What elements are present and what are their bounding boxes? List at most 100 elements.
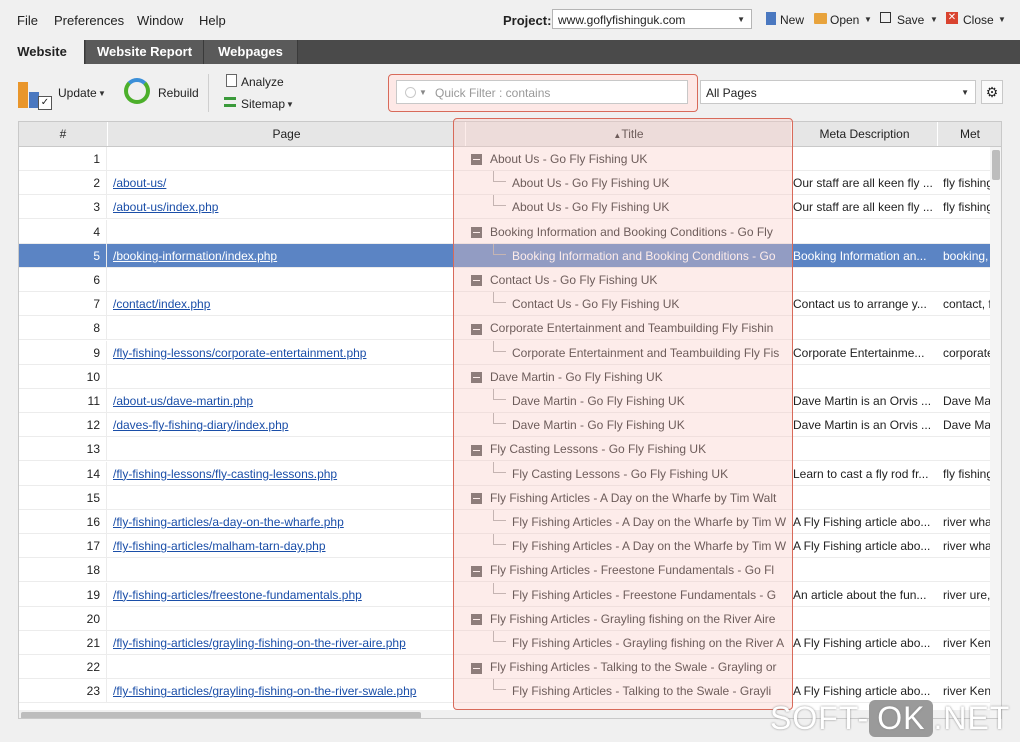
table-row[interactable]: 12/daves-fly-fishing-diary/index.php Dave… — [19, 413, 991, 438]
chevron-down-icon[interactable]: ▼ — [930, 15, 938, 24]
page-link[interactable]: /about-us/dave-martin.php — [108, 389, 466, 413]
page-link[interactable]: /fly-fishing-lessons/fly-casting-lessons… — [108, 462, 466, 486]
table-row[interactable]: 18 Fly Fishing Articles - Freestone Funda… — [19, 558, 991, 583]
page-link[interactable] — [108, 268, 466, 292]
collapse-icon[interactable] — [471, 614, 482, 626]
chevron-down-icon[interactable]: ▼ — [419, 88, 427, 97]
title-text: Contact Us - Go Fly Fishing UK — [490, 273, 658, 287]
settings-button[interactable]: ⚙ — [981, 80, 1003, 104]
collapse-icon[interactable] — [471, 275, 482, 287]
table-row[interactable]: 11/about-us/dave-martin.php Dave Martin -… — [19, 389, 991, 413]
page-link[interactable]: /fly-fishing-articles/grayling-fishing-o… — [108, 631, 466, 655]
page-link[interactable]: /fly-fishing-articles/freestone-fundamen… — [108, 583, 466, 607]
page-link[interactable]: /about-us/index.php — [108, 195, 466, 219]
table-row[interactable]: 16/fly-fishing-articles/a-day-on-the-wha… — [19, 510, 991, 534]
page-link[interactable] — [108, 607, 466, 631]
table-row[interactable]: 4 Booking Information and Booking Conditi… — [19, 219, 991, 244]
collapse-icon[interactable] — [471, 444, 482, 456]
collapse-icon[interactable] — [471, 226, 482, 238]
open-button[interactable]: Open — [830, 13, 859, 27]
table-row[interactable]: 21/fly-fishing-articles/grayling-fishing… — [19, 631, 991, 655]
sitemap-button[interactable]: Sitemap — [241, 97, 285, 111]
chevron-down-icon[interactable]: ▼ — [864, 15, 872, 24]
close-button[interactable]: Close — [963, 13, 994, 27]
column-header-page[interactable]: Page — [108, 122, 466, 146]
row-number: 17 — [19, 534, 107, 559]
column-header-meta-keywords[interactable]: Met — [938, 122, 1001, 146]
table-row[interactable]: 8 Corporate Entertainment and Teambuildin… — [19, 316, 991, 341]
project-select[interactable]: www.goflyfishinguk.com ▼ — [552, 9, 752, 29]
page-link[interactable] — [108, 437, 466, 461]
page-link[interactable] — [108, 220, 466, 244]
quick-filter-input[interactable]: ▼ Quick Filter : contains — [396, 80, 688, 104]
title-cell: Booking Information and Booking Conditio… — [466, 220, 792, 244]
page-link[interactable]: /fly-fishing-articles/grayling-fishing-o… — [108, 679, 466, 703]
table-row[interactable]: 14/fly-fishing-lessons/fly-casting-lesso… — [19, 461, 991, 486]
table-row[interactable]: 10 Dave Martin - Go Fly Fishing UK — [19, 364, 991, 389]
title-text: Fly Fishing Articles - A Day on the Whar… — [490, 490, 777, 505]
title-cell: Fly Fishing Articles - Talking to the Sw… — [466, 679, 792, 703]
horizontal-scrollbar-thumb[interactable] — [21, 712, 421, 718]
new-button[interactable]: New — [780, 13, 804, 27]
collapse-icon[interactable] — [471, 565, 482, 577]
vertical-scrollbar[interactable] — [990, 147, 1001, 718]
collapse-icon[interactable] — [471, 493, 482, 505]
table-row[interactable]: 7/contact/index.php Contact Us - Go Fly F… — [19, 292, 991, 317]
collapse-icon[interactable] — [471, 323, 482, 335]
collapse-icon[interactable] — [471, 662, 482, 674]
page-link[interactable] — [108, 486, 466, 510]
collapse-icon[interactable] — [471, 154, 482, 166]
analyze-button[interactable]: Analyze — [241, 75, 284, 89]
meta-keywords-cell: river Ken — [943, 636, 991, 650]
page-link[interactable]: /fly-fishing-articles/malham-tarn-day.ph… — [108, 534, 466, 558]
table-row[interactable]: 22 Fly Fishing Articles - Talking to the … — [19, 655, 991, 680]
column-header-number[interactable]: # — [19, 122, 108, 146]
rebuild-icon[interactable] — [124, 78, 150, 104]
table-row[interactable]: 5/booking-information/index.php Booking I… — [19, 243, 991, 268]
page-link[interactable] — [108, 655, 466, 679]
page-link[interactable] — [108, 365, 466, 389]
title-text: Fly Fishing Articles - Grayling fishing … — [490, 611, 776, 626]
save-button[interactable]: Save — [897, 13, 924, 27]
table-row[interactable]: 15 Fly Fishing Articles - A Day on the Wh… — [19, 485, 991, 510]
collapse-icon[interactable] — [471, 372, 482, 384]
table-row[interactable]: 6 Contact Us - Go Fly Fishing UK — [19, 268, 991, 292]
page-link[interactable]: /fly-fishing-lessons/corporate-entertain… — [108, 341, 466, 365]
page-link[interactable] — [108, 558, 466, 582]
menu-window[interactable]: Window — [137, 13, 183, 28]
chevron-down-icon[interactable]: ▼ — [998, 15, 1006, 24]
menu-preferences[interactable]: Preferences — [54, 13, 124, 28]
tab-webpages[interactable]: Webpages — [204, 40, 298, 64]
table-row[interactable]: 3/about-us/index.php About Us - Go Fly Fi… — [19, 195, 991, 220]
page-link[interactable]: /daves-fly-fishing-diary/index.php — [108, 413, 466, 437]
menu-help[interactable]: Help — [199, 13, 226, 28]
page-link[interactable]: /contact/index.php — [108, 292, 466, 316]
table-row[interactable]: 1 About Us - Go Fly Fishing UK — [19, 147, 991, 171]
meta-keywords-cell — [939, 147, 991, 171]
table-row[interactable]: 20 Fly Fishing Articles - Grayling fishin… — [19, 606, 991, 631]
table-row[interactable]: 9/fly-fishing-lessons/corporate-entertai… — [19, 340, 991, 365]
column-header-title[interactable]: ▲Title — [466, 122, 792, 146]
tab-website[interactable]: Website — [0, 40, 85, 66]
table-row[interactable]: 17/fly-fishing-articles/malham-tarn-day.… — [19, 534, 991, 559]
tab-website-report[interactable]: Website Report — [86, 40, 204, 64]
page-link[interactable] — [108, 316, 466, 340]
column-header-meta-description[interactable]: Meta Description — [792, 122, 938, 146]
chevron-down-icon[interactable]: ▼ — [98, 89, 106, 98]
page-link[interactable]: /about-us/ — [108, 171, 466, 195]
page-link[interactable]: /booking-information/index.php — [108, 244, 466, 268]
pages-select[interactable]: All Pages ▼ — [700, 80, 976, 104]
rebuild-button[interactable]: Rebuild — [158, 86, 199, 100]
page-link[interactable] — [108, 147, 466, 171]
update-button[interactable]: ✓ — [18, 76, 52, 110]
table-row[interactable]: 2/about-us/About Us - Go Fly Fishing UK O… — [19, 171, 991, 196]
table-row[interactable]: 19/fly-fishing-articles/freestone-fundam… — [19, 582, 991, 607]
page-link[interactable]: /fly-fishing-articles/a-day-on-the-wharf… — [108, 510, 466, 534]
title-cell: Corporate Entertainment and Teambuilding… — [466, 340, 792, 365]
vertical-scrollbar-thumb[interactable] — [992, 150, 1000, 180]
chevron-down-icon[interactable]: ▼ — [286, 100, 294, 109]
table-row[interactable]: 13 Fly Casting Lessons - Go Fly Fishing U… — [19, 437, 991, 462]
update-label[interactable]: Update — [58, 86, 97, 100]
menu-file[interactable]: File — [17, 13, 38, 28]
row-number: 10 — [19, 364, 107, 389]
